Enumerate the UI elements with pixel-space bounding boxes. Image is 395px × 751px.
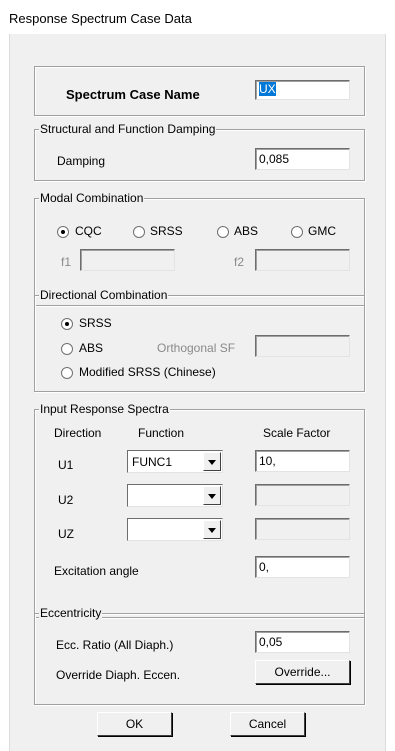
override-button[interactable]: Override... — [255, 660, 350, 684]
orthogonal-sf-label: Orthogonal SF — [157, 341, 236, 355]
abs-label: ABS — [234, 224, 259, 238]
dir-srss-label: SRSS — [79, 316, 112, 330]
damping-group: Structural and Function Damping Damping … — [34, 122, 365, 181]
excitation-angle-input[interactable]: 0, — [255, 556, 350, 578]
chevron-down-icon[interactable] — [203, 520, 221, 539]
damping-group-title: Structural and Function Damping — [39, 122, 217, 136]
case-name-input[interactable]: UX — [255, 80, 350, 100]
cqc-radio[interactable] — [57, 226, 69, 238]
u1-scale-input[interactable]: 10, — [255, 450, 350, 472]
abs-radio[interactable] — [217, 226, 229, 238]
chevron-down-icon[interactable] — [203, 452, 221, 471]
damping-label: Damping — [57, 154, 106, 168]
directional-combination-title: Directional Combination — [39, 288, 169, 302]
dir-modified-srss-label: Modified SRSS (Chinese) — [79, 365, 216, 379]
dir-srss-radio[interactable] — [61, 318, 73, 330]
orthogonal-sf-input[interactable] — [255, 335, 350, 357]
u2-scale-input[interactable] — [255, 484, 350, 506]
ecc-ratio-input[interactable]: 0,05 — [255, 631, 350, 653]
override-diaph-label: Override Diaph. Eccen. — [56, 668, 181, 682]
eccentricity-title: Eccentricity — [39, 606, 103, 620]
cqc-label: CQC — [75, 224, 102, 238]
u2-function-select[interactable] — [127, 484, 223, 507]
function-header: Function — [138, 426, 185, 440]
modal-combination-title: Modal Combination — [39, 191, 145, 205]
directional-combination-group: Directional Combination SRSS ABS Orthogo… — [34, 288, 365, 392]
uz-scale-input[interactable] — [255, 518, 350, 540]
f1-label: f1 — [61, 255, 72, 269]
u1-function-value: FUNC1 — [132, 455, 173, 469]
dir-modified-srss-radio[interactable] — [61, 367, 73, 379]
gmc-radio[interactable] — [291, 226, 303, 238]
f2-input[interactable] — [255, 249, 350, 271]
cancel-button[interactable]: Cancel — [230, 712, 305, 736]
srss-label: SRSS — [150, 224, 183, 238]
u2-label: U2 — [58, 493, 74, 507]
u1-label: U1 — [58, 458, 74, 472]
case-name-frame: Spectrum Case Name UX — [34, 66, 365, 116]
chevron-down-icon[interactable] — [203, 486, 221, 505]
f2-label: f2 — [234, 255, 245, 269]
input-response-spectra-title: Input Response Spectra — [39, 402, 170, 416]
ecc-ratio-label: Ecc. Ratio (All Diaph.) — [56, 638, 174, 652]
f1-input[interactable] — [80, 249, 175, 271]
direction-header: Direction — [54, 426, 102, 440]
dir-abs-label: ABS — [79, 341, 104, 355]
srss-radio[interactable] — [133, 226, 145, 238]
case-name-label: Spectrum Case Name — [66, 87, 200, 102]
dir-abs-radio[interactable] — [61, 343, 73, 355]
scale-factor-header: Scale Factor — [263, 426, 331, 440]
input-response-spectra-group: Input Response Spectra Direction Functio… — [34, 402, 365, 618]
eccentricity-group: Eccentricity Ecc. Ratio (All Diaph.) 0,0… — [34, 606, 365, 705]
uz-function-select[interactable] — [127, 518, 223, 541]
window-title: Response Spectrum Case Data — [9, 11, 192, 26]
damping-input[interactable]: 0,085 — [255, 148, 350, 170]
ok-button[interactable]: OK — [97, 712, 172, 736]
u1-function-select[interactable]: FUNC1 — [127, 450, 223, 473]
title-bar: Response Spectrum Case Data — [0, 0, 395, 34]
excitation-angle-label: Excitation angle — [54, 564, 139, 578]
gmc-label: GMC — [308, 224, 336, 238]
uz-label: UZ — [58, 527, 74, 541]
case-name-value: UX — [259, 82, 276, 96]
dialog-body: Spectrum Case Name UX Structural and Fun… — [9, 34, 386, 751]
